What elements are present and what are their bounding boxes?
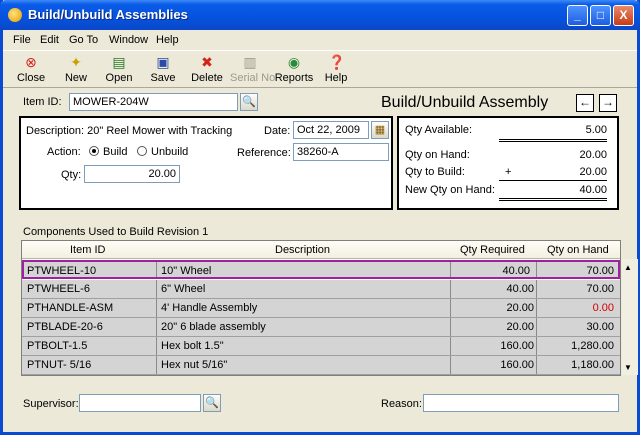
grid-caption: Components Used to Build Revision 1: [23, 226, 209, 238]
arrow-left-icon: ←: [579, 95, 591, 109]
divider: [499, 198, 607, 201]
date-picker-button[interactable]: ▦: [371, 121, 389, 139]
help-button[interactable]: ❓ Help: [323, 54, 349, 86]
scroll-down-icon[interactable]: ▼: [624, 363, 632, 372]
page-title: Build/Unbuild Assembly: [381, 94, 549, 111]
table-row[interactable]: PTWHEEL-6 6" Wheel 40.00 70.00: [22, 280, 620, 299]
divider: [499, 139, 607, 142]
radio-unselected-icon: [137, 146, 147, 156]
reference-label: Reference:: [237, 147, 291, 159]
menu-goto[interactable]: Go To: [69, 34, 98, 46]
date-field[interactable]: Oct 22, 2009: [293, 121, 369, 139]
delete-button[interactable]: ✖ Delete: [190, 54, 224, 86]
menu-window[interactable]: Window: [109, 34, 148, 46]
date-label: Date:: [264, 125, 291, 137]
new-button[interactable]: ✦ New: [61, 54, 91, 86]
new-qty-on-hand-value: 40.00: [579, 184, 607, 196]
scroll-up-icon[interactable]: ▲: [624, 263, 632, 272]
next-record-button[interactable]: →: [599, 94, 617, 112]
app-icon: [8, 8, 22, 22]
item-id-label: Item ID:: [23, 96, 62, 108]
open-button[interactable]: ▤ Open: [103, 54, 135, 86]
minimize-button[interactable]: _: [567, 5, 588, 26]
search-icon: 🔍: [242, 96, 256, 108]
help-icon: ❓: [328, 54, 346, 70]
qty-available-value: 5.00: [585, 124, 607, 136]
app-window: Build/Unbuild Assemblies _ □ X File Edit…: [0, 0, 640, 435]
divider: [499, 180, 607, 181]
grid-header: Item ID Description Qty Required Qty on …: [22, 241, 620, 259]
plus-sign: +: [505, 166, 512, 178]
reference-field[interactable]: 38260-A: [293, 143, 389, 161]
description-text: Description: 20" Reel Mower with Trackin…: [26, 125, 233, 137]
reports-button[interactable]: ◉ Reports: [273, 54, 315, 86]
title-bar[interactable]: Build/Unbuild Assemblies _ □ X: [0, 0, 640, 30]
menu-edit[interactable]: Edit: [40, 34, 59, 46]
arrow-right-icon: →: [602, 95, 614, 109]
action-label: Action:: [47, 146, 81, 158]
new-document-icon: ✦: [70, 54, 82, 70]
table-row[interactable]: PTNUT- 5/16 Hex nut 5/16" 160.00 1,180.0…: [22, 356, 620, 375]
components-grid: Item ID Description Qty Required Qty on …: [21, 240, 638, 376]
table-row[interactable]: PTHANDLE-ASM 4' Handle Assembly 20.00 0.…: [22, 299, 620, 318]
supervisor-lookup-button[interactable]: 🔍: [203, 394, 221, 412]
open-icon: ▤: [112, 54, 126, 70]
delete-icon: ✖: [201, 54, 213, 70]
quantity-summary-panel: Qty Available: 5.00 Qty on Hand: 20.00 Q…: [397, 116, 619, 210]
menu-file[interactable]: File: [13, 34, 31, 46]
close-icon: ⊗: [25, 54, 37, 70]
table-row[interactable]: PTWHEEL-10 10" Wheel 40.00 70.00: [22, 260, 620, 279]
col-header-qty-required[interactable]: Qty Required: [460, 244, 525, 256]
col-header-description[interactable]: Description: [275, 244, 330, 256]
save-icon: ▣: [156, 54, 170, 70]
window-title: Build/Unbuild Assemblies: [28, 7, 188, 22]
qty-to-build-row: Qty to Build: + 20.00: [405, 166, 607, 178]
barcode-icon: ▥: [243, 54, 257, 70]
col-header-qty-on-hand[interactable]: Qty on Hand: [547, 244, 609, 256]
radio-selected-icon: [89, 146, 99, 156]
table-row[interactable]: PTBOLT-1.5 Hex bolt 1.5" 160.00 1,280.00: [22, 337, 620, 356]
reports-icon: ◉: [287, 54, 301, 70]
menu-help[interactable]: Help: [156, 34, 179, 46]
item-id-field[interactable]: MOWER-204W: [69, 93, 238, 111]
table-row[interactable]: PTBLADE-20-6 20" 6 blade assembly 20.00 …: [22, 318, 620, 337]
reason-label: Reason:: [381, 398, 422, 410]
qty-to-build-value: 20.00: [579, 166, 607, 178]
save-button[interactable]: ▣ Save: [148, 54, 178, 86]
maximize-button[interactable]: □: [590, 5, 611, 26]
supervisor-label: Supervisor:: [23, 398, 79, 410]
toolbar: ⊗ Close ✦ New ▤ Open ▣ Save ✖ Delete ▥ S…: [3, 50, 637, 88]
assembly-details-panel: Description: 20" Reel Mower with Trackin…: [19, 116, 393, 210]
col-header-item-id[interactable]: Item ID: [70, 244, 105, 256]
qty-on-hand-value: 20.00: [579, 149, 607, 161]
unbuild-radio[interactable]: Unbuild: [137, 146, 188, 158]
supervisor-field[interactable]: [79, 394, 201, 412]
new-qty-on-hand-row: New Qty on Hand: 40.00: [405, 184, 607, 196]
search-icon: 🔍: [205, 397, 219, 409]
previous-record-button[interactable]: ←: [576, 94, 594, 112]
serial-no-button[interactable]: ▥ Serial No: [230, 54, 275, 86]
build-radio[interactable]: Build: [89, 146, 127, 158]
close-window-button[interactable]: X: [613, 5, 634, 26]
qty-available-row: Qty Available: 5.00: [405, 124, 607, 136]
close-button[interactable]: ⊗ Close: [15, 54, 47, 86]
reason-field[interactable]: [423, 394, 619, 412]
qty-on-hand-row: Qty on Hand: 20.00: [405, 149, 607, 161]
qty-field[interactable]: 20.00: [84, 165, 180, 183]
menu-bar: File Edit Go To Window Help: [3, 30, 637, 50]
grid-scrollbar[interactable]: ▲ ▼: [622, 259, 638, 375]
item-lookup-button[interactable]: 🔍: [240, 93, 258, 111]
qty-label: Qty:: [61, 169, 82, 181]
calendar-icon: ▦: [374, 124, 386, 136]
